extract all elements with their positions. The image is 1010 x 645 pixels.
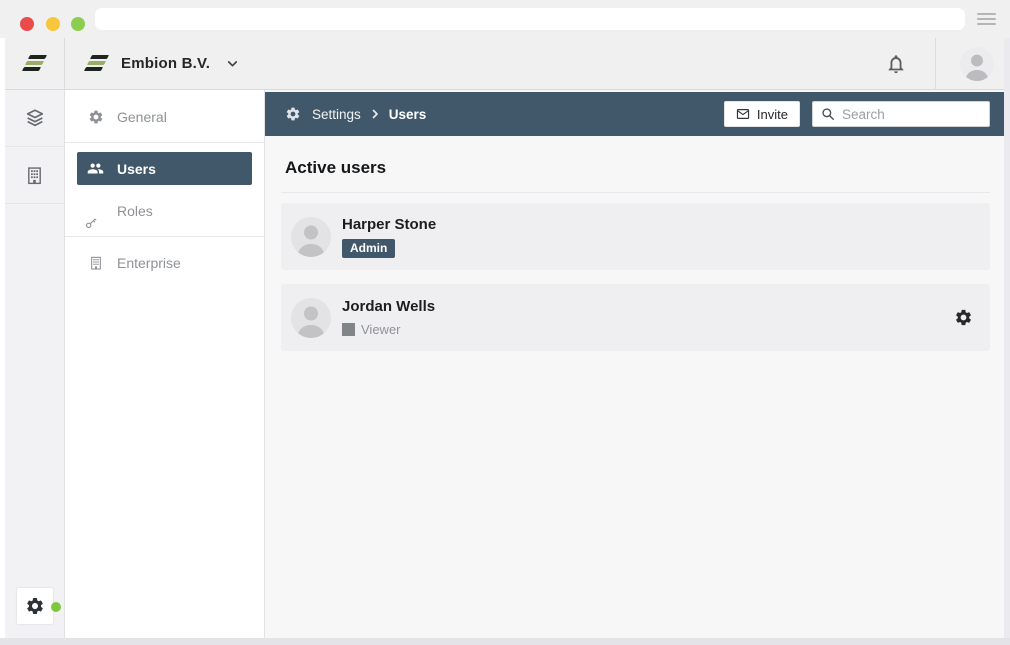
app-header: Embion B.V. [65,38,1004,90]
sidebar-item-roles[interactable]: Roles [77,194,252,227]
embion-logo-icon [85,55,109,73]
user-info: Jordan Wells Viewer [342,298,435,337]
main-area: Settings Users Invite [265,90,1004,638]
role-label: Viewer [361,322,401,337]
rail-item-layers[interactable] [5,90,64,147]
header-actions [883,38,994,89]
window-bottom-edge [0,638,1010,645]
company-switcher[interactable]: Embion B.V. [85,55,239,73]
app-logo-cell[interactable] [5,38,65,90]
breadcrumb-settings[interactable]: Settings [312,107,361,122]
user-role: Viewer [342,322,435,337]
search-input[interactable] [842,107,981,122]
gear-icon [87,108,104,125]
notifications-bell-icon[interactable] [883,51,909,77]
building-icon [87,254,104,271]
sidebar-divider [65,236,264,237]
sidebar-divider [65,142,264,143]
search-box [812,101,990,127]
settings-sidebar: General Users Roles Enterprise [65,90,265,638]
breadcrumb-bar: Settings Users Invite [265,92,1004,136]
invite-button[interactable]: Invite [724,101,800,127]
icon-rail [5,90,65,638]
browser-window: Embion B.V. [0,0,1010,645]
users-icon [87,160,104,177]
user-info: Harper Stone Admin [342,216,436,258]
minimize-window-button[interactable] [46,17,60,31]
avatar [291,298,331,338]
page-title: Active users [285,158,990,178]
sidebar-item-label: Enterprise [117,255,181,271]
content: Active users Harper Stone Admin [265,136,1004,365]
header-divider [935,38,936,90]
gear-icon [25,596,45,616]
sidebar-item-label: Users [117,161,156,177]
sidebar-item-label: Roles [117,203,153,219]
browser-chrome [0,0,1010,38]
envelope-icon [736,107,750,121]
user-card: Harper Stone Admin [281,203,990,270]
role-square-icon [342,323,355,336]
rail-settings-button[interactable] [17,588,53,624]
breadcrumb-users[interactable]: Users [389,107,427,122]
chevron-right-icon [369,108,381,120]
embion-logo-icon [23,55,47,73]
chevron-down-icon [226,57,239,70]
layers-icon [24,107,46,129]
user-name: Harper Stone [342,216,436,233]
sidebar-item-general[interactable]: General [77,100,252,133]
url-bar[interactable] [95,8,965,30]
browser-menu-icon[interactable] [977,13,996,25]
sidebar-item-label: General [117,109,167,125]
sidebar-item-users[interactable]: Users [77,152,252,185]
user-name: Jordan Wells [342,298,435,315]
role-badge: Admin [342,239,395,258]
company-name: Embion B.V. [121,55,210,72]
key-icon [87,202,104,219]
invite-button-label: Invite [757,107,788,122]
window-right-edge [1004,38,1010,638]
building-icon [24,165,45,186]
user-avatar[interactable] [960,47,994,81]
online-status-dot [51,602,61,612]
user-card: Jordan Wells Viewer [281,284,990,351]
sidebar-item-enterprise[interactable]: Enterprise [77,246,252,279]
rail-item-enterprise[interactable] [5,147,64,204]
close-window-button[interactable] [20,17,34,31]
app-root: Embion B.V. [5,38,1004,638]
avatar [291,217,331,257]
zoom-window-button[interactable] [71,17,85,31]
gear-icon [285,106,301,122]
search-icon [821,107,835,121]
heading-divider [281,192,990,193]
user-settings-button[interactable] [952,307,974,329]
